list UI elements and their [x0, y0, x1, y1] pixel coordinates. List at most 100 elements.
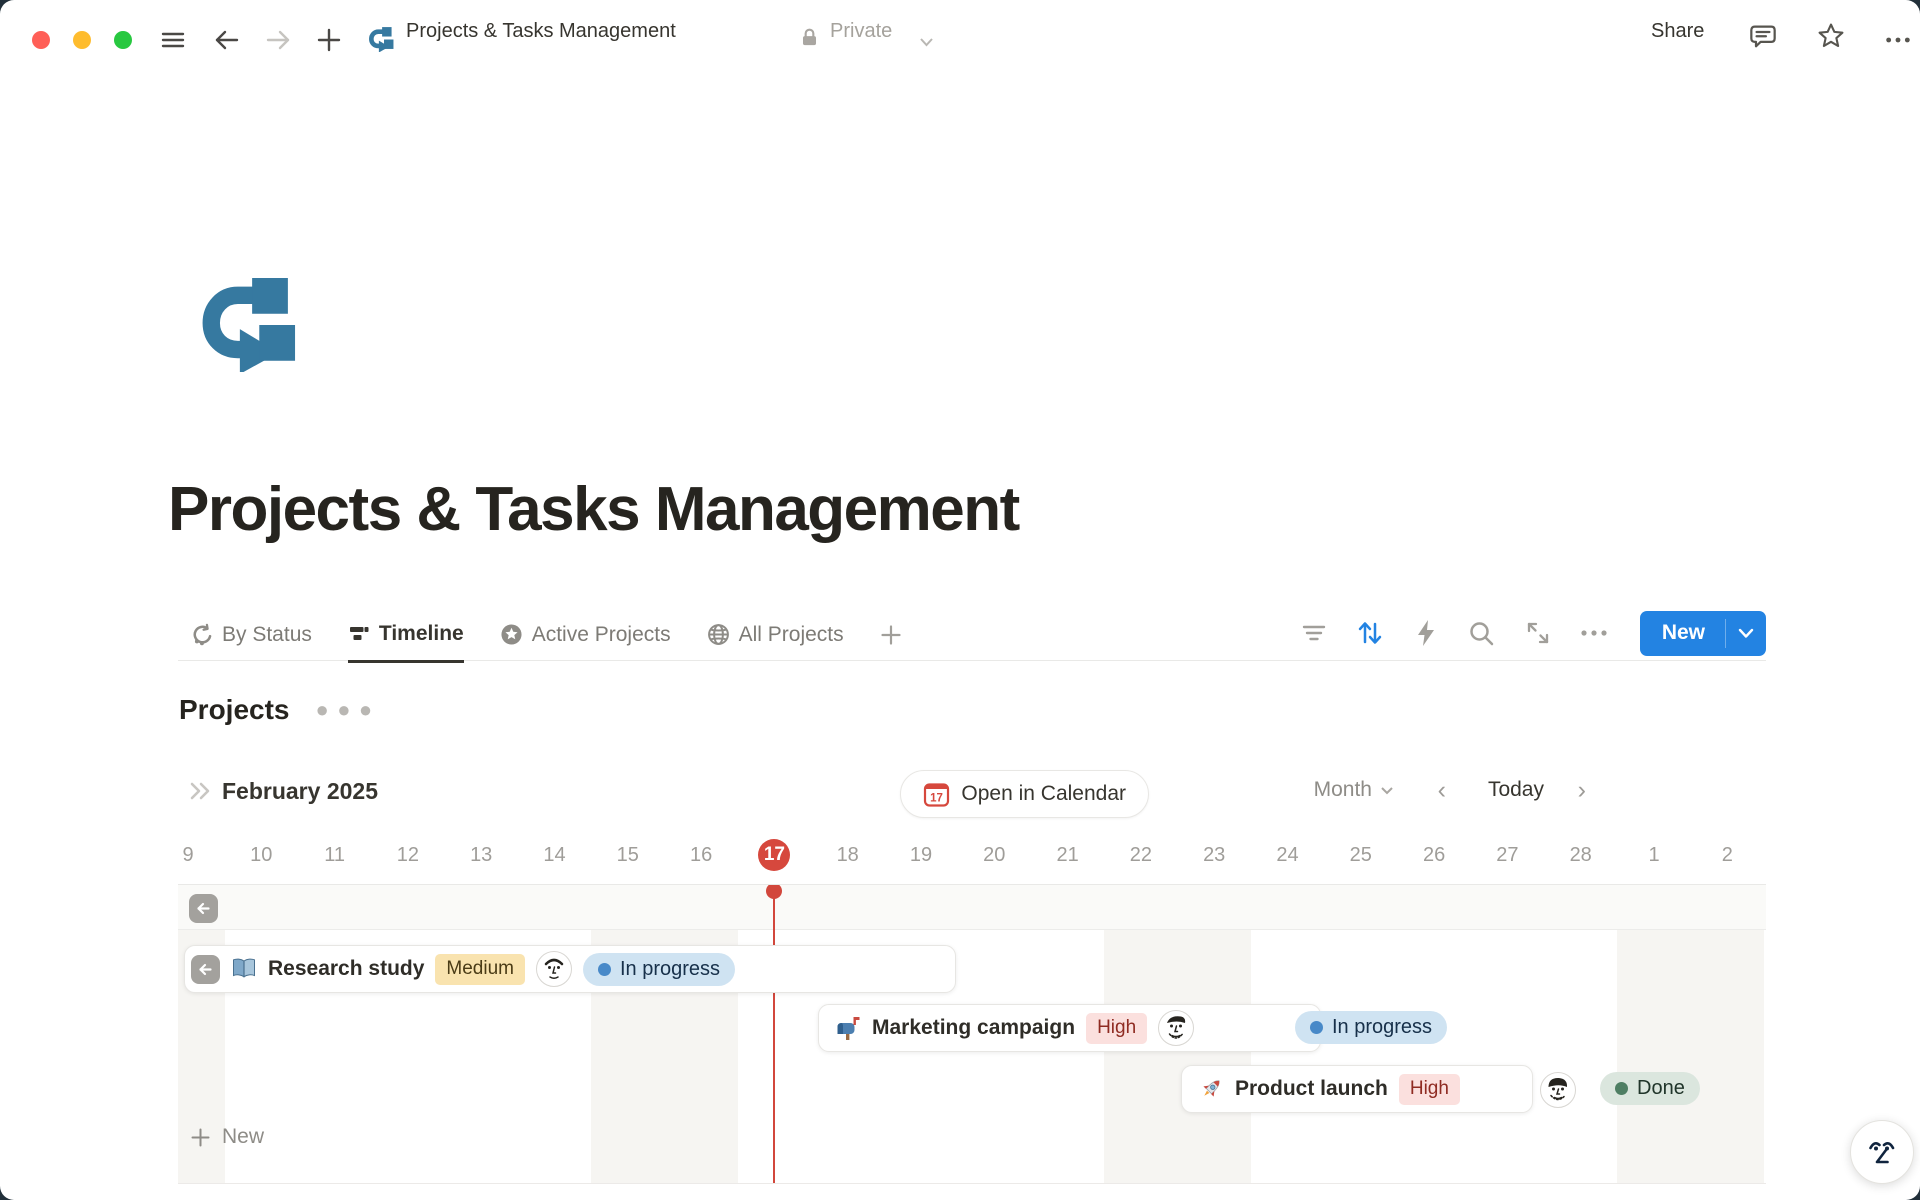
ai-assistant-button[interactable]	[1850, 1120, 1914, 1184]
new-button-chevron-icon[interactable]	[1726, 611, 1766, 656]
previous-month-icon[interactable]: ‹	[1438, 776, 1446, 805]
timeline-scale-select[interactable]: Month	[1314, 778, 1394, 802]
share-button[interactable]: Share	[1651, 20, 1704, 43]
view-toolbar: New	[1300, 608, 1766, 658]
date-cell-21: 21	[1031, 826, 1105, 884]
view-options-icon[interactable]	[1580, 619, 1608, 647]
section-title: Projects	[179, 694, 290, 726]
scroll-to-start-button[interactable]	[191, 955, 220, 984]
row-divider	[178, 929, 1766, 930]
tab-by-status[interactable]: By Status	[190, 608, 312, 661]
status-pill[interactable]: Done	[1600, 1072, 1700, 1105]
priority-badge[interactable]: High	[1399, 1074, 1460, 1105]
priority-badge[interactable]: High	[1086, 1013, 1147, 1044]
date-cell-2: 2	[1690, 826, 1764, 884]
filter-icon[interactable]	[1300, 619, 1328, 647]
task-name: Research study	[268, 957, 424, 981]
status-dot	[598, 963, 611, 976]
assignee-avatar[interactable]	[536, 951, 572, 987]
favorite-star-icon[interactable]	[1817, 21, 1845, 49]
app-window: Projects & Tasks Management Private Shar…	[0, 0, 1920, 1200]
tab-all-projects[interactable]: All Projects	[707, 608, 844, 661]
collapse-sidebar-icon[interactable]	[188, 780, 214, 807]
lock-icon	[795, 23, 823, 51]
new-tab-icon[interactable]	[315, 26, 343, 54]
window-doc-title: Projects & Tasks Management	[406, 20, 676, 43]
assignee-avatar[interactable]	[1540, 1072, 1576, 1108]
add-new-task-button[interactable]: New	[190, 1125, 264, 1149]
mailbox-icon	[835, 1015, 861, 1041]
task-name: Product launch	[1235, 1077, 1388, 1101]
date-cell-17: 17	[737, 826, 811, 884]
page-logo-icon[interactable]	[192, 278, 300, 372]
zoom-window-button[interactable]	[114, 31, 132, 49]
titlebar: Projects & Tasks Management Private Shar…	[0, 0, 1920, 64]
date-cell-27: 27	[1470, 826, 1544, 884]
comments-icon[interactable]	[1749, 22, 1777, 50]
timeline-dates-row: 9101112131415161718192021222324252627281…	[178, 826, 1766, 884]
status-pill[interactable]: In progress	[1295, 1011, 1447, 1044]
scroll-to-offscreen-item-button[interactable]	[189, 894, 218, 923]
timeline-grid-body: Research study Medium In progress Market…	[178, 884, 1766, 1184]
status-pill[interactable]: In progress	[583, 953, 735, 986]
task-bar-research-study[interactable]: Research study Medium In progress	[184, 945, 956, 993]
status-label: In progress	[620, 958, 720, 981]
status-label: Done	[1637, 1077, 1685, 1100]
tab-label: All Projects	[739, 623, 844, 647]
chevron-down-icon[interactable]	[912, 28, 940, 56]
plus-icon	[190, 1127, 211, 1148]
rocket-icon	[1198, 1076, 1224, 1102]
tab-label: By Status	[222, 623, 312, 647]
chevron-down-icon	[1380, 786, 1394, 795]
assignee-avatar[interactable]	[1158, 1010, 1194, 1046]
new-button[interactable]: New	[1640, 611, 1766, 656]
section-options-icon[interactable]: ● ● ●	[316, 697, 375, 723]
sort-icon[interactable]	[1356, 619, 1384, 647]
calendar-icon: 17	[923, 781, 950, 808]
back-icon[interactable]	[213, 26, 241, 54]
tab-label: Timeline	[379, 622, 464, 646]
sidebar-menu-icon[interactable]	[159, 26, 187, 54]
today-button[interactable]: Today	[1488, 778, 1544, 802]
close-window-button[interactable]	[32, 31, 50, 49]
timeline-month-label: February 2025	[222, 778, 378, 805]
priority-badge[interactable]: Medium	[435, 954, 525, 985]
tab-active-projects[interactable]: Active Projects	[500, 608, 671, 661]
minimize-window-button[interactable]	[73, 31, 91, 49]
task-name: Marketing campaign	[872, 1016, 1075, 1040]
section-heading-row: Projects ● ● ●	[179, 694, 374, 726]
tab-timeline[interactable]: Timeline	[348, 607, 464, 663]
date-cell-20: 20	[957, 826, 1031, 884]
automations-lightning-icon[interactable]	[1412, 619, 1440, 647]
search-icon[interactable]	[1468, 619, 1496, 647]
expand-icon[interactable]	[1524, 619, 1552, 647]
open-in-calendar-label: Open in Calendar	[961, 782, 1126, 806]
timeline-header: February 2025 17 Open in Calendar Month …	[178, 768, 1766, 820]
date-cell-16: 16	[664, 826, 738, 884]
date-cell-14: 14	[518, 826, 592, 884]
status-dot	[1615, 1082, 1628, 1095]
view-tabs: By Status Timeline Active Projects All P…	[190, 608, 902, 661]
open-in-calendar-button[interactable]: 17 Open in Calendar	[900, 770, 1149, 818]
date-cell-18: 18	[811, 826, 885, 884]
date-cell-28: 28	[1544, 826, 1618, 884]
task-bar-marketing-campaign[interactable]: Marketing campaign High	[818, 1004, 1321, 1052]
date-cell-19: 19	[884, 826, 958, 884]
date-cell-11: 11	[298, 826, 372, 884]
next-month-icon[interactable]: ›	[1578, 776, 1586, 805]
add-view-button[interactable]	[880, 608, 902, 661]
date-cell-22: 22	[1104, 826, 1178, 884]
task-bar-product-launch[interactable]: Product launch High	[1181, 1065, 1533, 1113]
privacy-label[interactable]: Private	[830, 20, 892, 43]
forward-icon[interactable]	[264, 26, 292, 54]
date-cell-12: 12	[371, 826, 445, 884]
timeline-scale-label: Month	[1314, 778, 1372, 802]
date-cell-25: 25	[1324, 826, 1398, 884]
svg-text:17: 17	[930, 792, 943, 804]
date-cell-13: 13	[444, 826, 518, 884]
add-new-label: New	[222, 1125, 264, 1149]
more-options-icon[interactable]	[1884, 26, 1912, 54]
date-cell-15: 15	[591, 826, 665, 884]
date-cell-9: 9	[178, 826, 225, 884]
open-book-icon	[231, 956, 257, 982]
